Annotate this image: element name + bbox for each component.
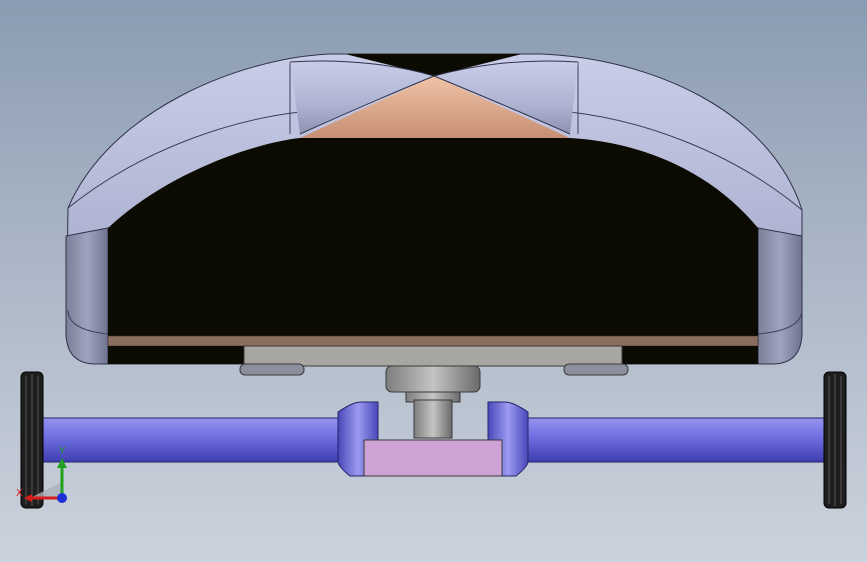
base-strip [107, 335, 759, 347]
wheel-left[interactable] [20, 371, 44, 509]
cad-viewport[interactable]: Y X [0, 0, 867, 562]
copper-insert[interactable] [289, 54, 579, 138]
mount-block[interactable] [363, 439, 503, 477]
x-axis-label: X [16, 488, 23, 499]
y-axis-label: Y [58, 446, 66, 457]
tray-plate[interactable] [243, 345, 623, 367]
cad-model[interactable]: Y X [0, 0, 867, 562]
body-cavity [108, 138, 758, 336]
center-spindle[interactable] [385, 365, 481, 439]
z-axis-dot [57, 493, 67, 503]
foot-left[interactable] [239, 363, 305, 376]
wheel-right[interactable] [823, 371, 847, 509]
foot-right[interactable] [563, 363, 629, 376]
